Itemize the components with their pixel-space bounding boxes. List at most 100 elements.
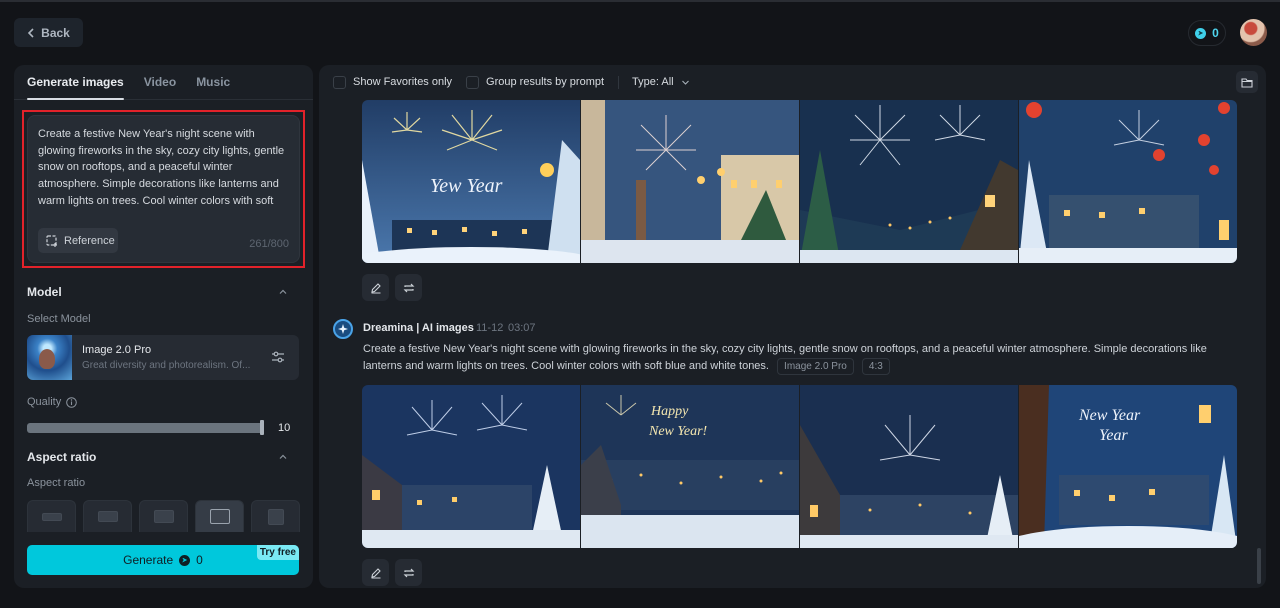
result-image[interactable]: Yew Year [362, 100, 580, 263]
back-label: Back [41, 25, 70, 40]
pencil-icon [370, 282, 381, 294]
ratio-1-1-icon [267, 508, 284, 525]
svg-text:Happy: Happy [650, 404, 689, 419]
svg-text:Year: Year [1099, 427, 1129, 444]
folder-button[interactable] [1236, 71, 1258, 93]
prompt-text[interactable]: Create a festive New Year's night scene … [38, 126, 292, 212]
regenerate-button[interactable] [395, 274, 422, 301]
image-content [800, 100, 1018, 263]
result-image[interactable] [1019, 100, 1237, 263]
avatar[interactable] [1240, 19, 1267, 46]
result-image[interactable]: Happy New Year! [581, 385, 799, 548]
image-grid-top: Yew Year [362, 100, 1237, 263]
ratio-21-9-icon [41, 512, 62, 521]
results-panel: Show Favorites only Group results by pro… [319, 65, 1266, 588]
generate-label: Generate [123, 553, 174, 567]
model-section-title: Model [27, 285, 62, 299]
back-button[interactable]: Back [14, 18, 83, 47]
dreamina-logo-icon [333, 319, 353, 339]
generate-button[interactable]: Generate 0 Try free [27, 545, 299, 575]
credits-badge[interactable]: 0 [1188, 20, 1226, 46]
type-dropdown[interactable]: Type: All [632, 76, 690, 88]
ratio-16-9-icon [97, 511, 118, 522]
credits-count: 0 [1212, 26, 1219, 40]
svg-text:Yew Year: Yew Year [430, 175, 503, 197]
mode-tabs: Generate images Video Music [14, 65, 313, 100]
model-thumbnail [27, 335, 72, 380]
reference-label: Reference [64, 234, 115, 247]
tab-video[interactable]: Video [144, 65, 176, 100]
info-icon[interactable] [66, 396, 78, 408]
group-checkbox[interactable] [466, 75, 480, 89]
aspect-option-3-2[interactable] [139, 500, 188, 532]
aspect-ratio-label: Aspect ratio [27, 477, 86, 489]
regenerate-button[interactable] [395, 559, 422, 586]
aspect-option-1-1[interactable] [251, 500, 300, 532]
character-counter: 261/800 [249, 238, 289, 250]
refresh-icon [403, 283, 414, 292]
image-content [1019, 100, 1237, 263]
group-by-prompt-filter[interactable]: Group results by prompt [466, 75, 604, 89]
image-content: Yew Year [362, 100, 580, 263]
sliders-icon[interactable] [271, 350, 285, 364]
results-toolbar: Show Favorites only Group results by pro… [319, 65, 1266, 99]
svg-text:New Year: New Year [1078, 407, 1141, 424]
aspect-option-4-3[interactable] [195, 500, 244, 532]
chevron-up-icon[interactable] [278, 452, 288, 462]
result-image[interactable] [800, 100, 1018, 263]
model-name: Image 2.0 Pro [82, 344, 152, 356]
model-chip: Image 2.0 Pro [777, 358, 854, 375]
tab-music[interactable]: Music [196, 65, 230, 100]
prompt-input[interactable]: Create a festive New Year's night scene … [27, 115, 300, 263]
quality-slider-track[interactable] [27, 423, 264, 433]
generation-prompt[interactable]: Create a festive New Year's night scene … [363, 341, 1243, 375]
aspect-option-21-9[interactable] [27, 500, 76, 532]
actions-bottom [362, 559, 422, 586]
aspect-option-16-9[interactable] [83, 500, 132, 532]
favorites-checkbox[interactable] [333, 75, 346, 89]
result-image[interactable] [362, 385, 580, 548]
actions-top [362, 274, 422, 301]
credit-coin-icon [1195, 27, 1207, 39]
image-content: New Year Year [1019, 385, 1237, 548]
result-image[interactable]: New Year Year [1019, 385, 1237, 548]
select-model-label: Select Model [27, 313, 91, 325]
favorites-label: Show Favorites only [353, 76, 453, 88]
try-free-badge: Try free [256, 545, 299, 560]
quality-label-row: Quality [27, 396, 78, 408]
image-add-icon [46, 234, 57, 247]
tab-generate-images[interactable]: Generate images [27, 65, 124, 100]
generation-source: Dreamina | AI images [363, 322, 474, 334]
chevron-up-icon[interactable] [278, 287, 288, 297]
results-scrollbar[interactable] [1257, 548, 1261, 584]
quality-slider-handle[interactable] [260, 420, 264, 435]
toolbar-divider [618, 75, 620, 89]
generation-time: 03:07 [508, 322, 536, 334]
window-top-border [0, 0, 1280, 2]
image-grid-bottom: Happy New Year! New Year Year [362, 385, 1237, 548]
model-selector[interactable]: Image 2.0 Pro Great diversity and photor… [27, 335, 299, 380]
reference-button[interactable]: Reference [38, 228, 118, 253]
favorites-filter[interactable]: Show Favorites only [333, 75, 453, 89]
ratio-chip: 4:3 [861, 358, 890, 375]
edit-prompt-button[interactable] [362, 274, 389, 301]
chevron-left-icon [28, 27, 34, 38]
generation-date: 11-12 [476, 322, 504, 334]
image-content [800, 385, 1018, 548]
generate-panel: Generate images Video Music Create a fes… [14, 65, 313, 588]
svg-text:New Year!: New Year! [648, 424, 708, 439]
result-image[interactable] [581, 100, 799, 263]
image-content [362, 385, 580, 548]
ratio-3-2-icon [153, 510, 174, 523]
credit-coin-icon [179, 554, 191, 566]
quality-value: 10 [278, 422, 291, 434]
aspect-section-title: Aspect ratio [27, 450, 97, 464]
chevron-down-icon [681, 80, 689, 85]
refresh-icon [403, 568, 414, 577]
result-image[interactable] [800, 385, 1018, 548]
edit-prompt-button[interactable] [362, 559, 389, 586]
generate-cost: 0 [196, 553, 203, 567]
aspect-ratio-options [27, 500, 300, 532]
pencil-icon [370, 567, 381, 579]
ratio-4-3-icon [209, 509, 230, 524]
